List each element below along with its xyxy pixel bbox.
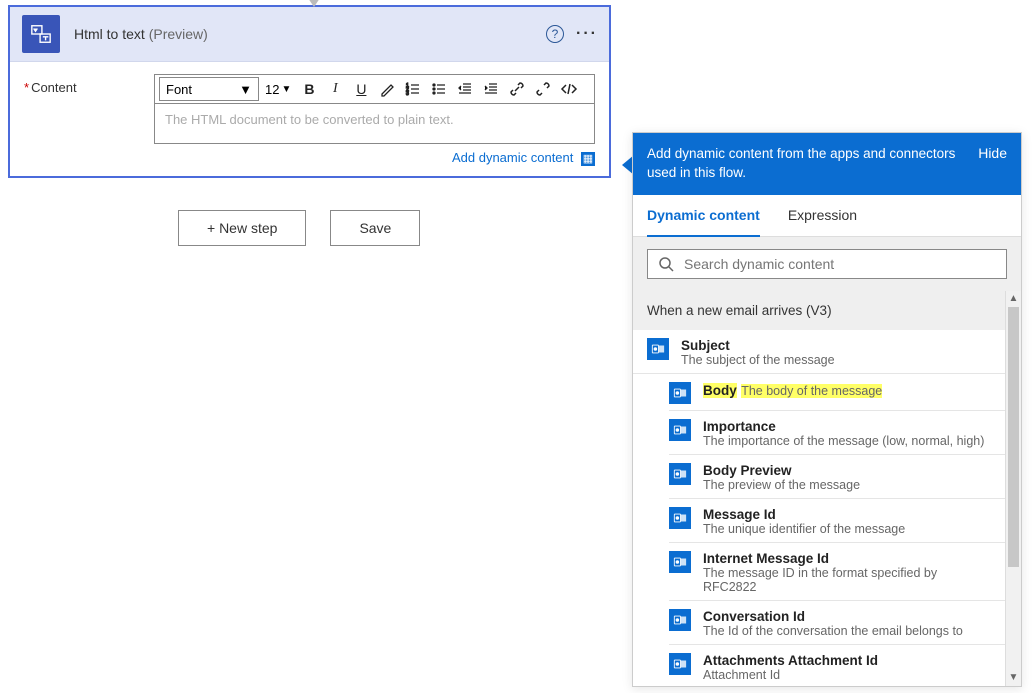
search-input[interactable] — [684, 256, 996, 272]
dc-item-desc: The preview of the message — [703, 478, 991, 492]
dc-item[interactable]: Subject The subject of the message — [633, 330, 1005, 374]
bold-icon[interactable]: B — [297, 77, 321, 101]
content-input[interactable]: The HTML document to be converted to pla… — [154, 104, 595, 144]
dc-panel-header: Add dynamic content from the apps and co… — [633, 133, 1021, 195]
dc-item-desc: The message ID in the format specified b… — [703, 566, 991, 594]
dc-item-title: Message Id — [703, 507, 991, 522]
outlook-icon — [669, 551, 691, 573]
more-icon[interactable]: ··· — [577, 24, 597, 44]
pen-icon[interactable] — [375, 77, 399, 101]
outdent-icon[interactable] — [453, 77, 477, 101]
dc-item-title: Subject — [681, 338, 991, 353]
save-button[interactable]: Save — [330, 210, 420, 246]
add-dynamic-content-link[interactable]: Add dynamic content — [452, 150, 573, 165]
dc-item-desc: The subject of the message — [681, 353, 991, 367]
code-view-icon[interactable] — [557, 77, 581, 101]
outlook-icon — [669, 419, 691, 441]
card-body: *Content Font▼ 12▼ B I U 123 T — [10, 62, 609, 176]
dc-list: When a new email arrives (V3) Subject Th… — [633, 291, 1005, 686]
action-icon — [22, 15, 60, 53]
new-step-button[interactable]: + New step — [178, 210, 306, 246]
connector-arrow-icon — [306, 0, 322, 7]
outlook-icon — [669, 382, 691, 404]
unlink-icon[interactable] — [531, 77, 555, 101]
outlook-icon — [669, 463, 691, 485]
content-label: *Content — [24, 74, 154, 95]
scroll-down-icon[interactable]: ▼ — [1006, 670, 1021, 686]
dc-item-desc: Attachment Id — [703, 668, 991, 682]
action-card: Html to text (Preview) ? ··· *Content Fo… — [8, 5, 611, 178]
hide-button[interactable]: Hide — [978, 145, 1007, 161]
dc-tabs: Dynamic content Expression — [633, 195, 1021, 237]
svg-text:3: 3 — [406, 91, 409, 97]
dc-item-desc: The unique identifier of the message — [703, 522, 991, 536]
dc-item[interactable]: Conversation Id The Id of the conversati… — [669, 601, 1005, 645]
dc-item-desc: The body of the message — [741, 384, 882, 398]
dc-item-title: Internet Message Id — [703, 551, 991, 566]
scrollbar[interactable]: ▲ ▼ — [1005, 291, 1021, 686]
dc-item-title: Conversation Id — [703, 609, 991, 624]
underline-icon[interactable]: U — [349, 77, 373, 101]
dc-item-title: Attachments Attachment Id — [703, 653, 991, 668]
dc-item[interactable]: Body The body of the message — [669, 374, 1005, 411]
bullet-list-icon[interactable] — [427, 77, 451, 101]
help-icon[interactable]: ? — [545, 24, 565, 44]
search-icon — [658, 256, 674, 272]
card-header[interactable]: Html to text (Preview) ? ··· — [10, 7, 609, 62]
scroll-up-icon[interactable]: ▲ — [1006, 291, 1021, 307]
add-dynamic-plus-icon[interactable]: ▦ — [581, 152, 595, 166]
dc-item-desc: The importance of the message (low, norm… — [703, 434, 991, 448]
dc-header-text: Add dynamic content from the apps and co… — [647, 145, 966, 183]
tab-dynamic-content[interactable]: Dynamic content — [647, 195, 760, 237]
dc-item[interactable]: Importance The importance of the message… — [669, 411, 1005, 455]
outlook-icon — [669, 609, 691, 631]
dc-item-title: Body Preview — [703, 463, 991, 478]
dynamic-content-panel: Add dynamic content from the apps and co… — [632, 132, 1022, 687]
dc-item[interactable]: Attachments Attachment Id Attachment Id — [669, 645, 1005, 686]
dc-section-title: When a new email arrives (V3) — [633, 291, 1005, 330]
outlook-icon — [647, 338, 669, 360]
outlook-icon — [669, 653, 691, 675]
outlook-icon — [669, 507, 691, 529]
italic-icon[interactable]: I — [323, 77, 347, 101]
font-select[interactable]: Font▼ — [159, 77, 259, 101]
dc-item[interactable]: Body Preview The preview of the message — [669, 455, 1005, 499]
tab-expression[interactable]: Expression — [788, 195, 857, 236]
search-box[interactable] — [647, 249, 1007, 279]
scroll-thumb[interactable] — [1008, 307, 1019, 567]
link-icon[interactable] — [505, 77, 529, 101]
dc-item[interactable]: Message Id The unique identifier of the … — [669, 499, 1005, 543]
dc-item-title: Importance — [703, 419, 991, 434]
numbered-list-icon[interactable]: 123 — [401, 77, 425, 101]
dc-item-desc: The Id of the conversation the email bel… — [703, 624, 991, 638]
card-title: Html to text (Preview) — [74, 26, 208, 42]
rich-text-toolbar: Font▼ 12▼ B I U 123 — [154, 74, 595, 104]
dc-item[interactable]: Internet Message Id The message ID in th… — [669, 543, 1005, 601]
font-size-select[interactable]: 12▼ — [261, 82, 295, 97]
dc-item-title: Body — [703, 383, 737, 398]
indent-icon[interactable] — [479, 77, 503, 101]
